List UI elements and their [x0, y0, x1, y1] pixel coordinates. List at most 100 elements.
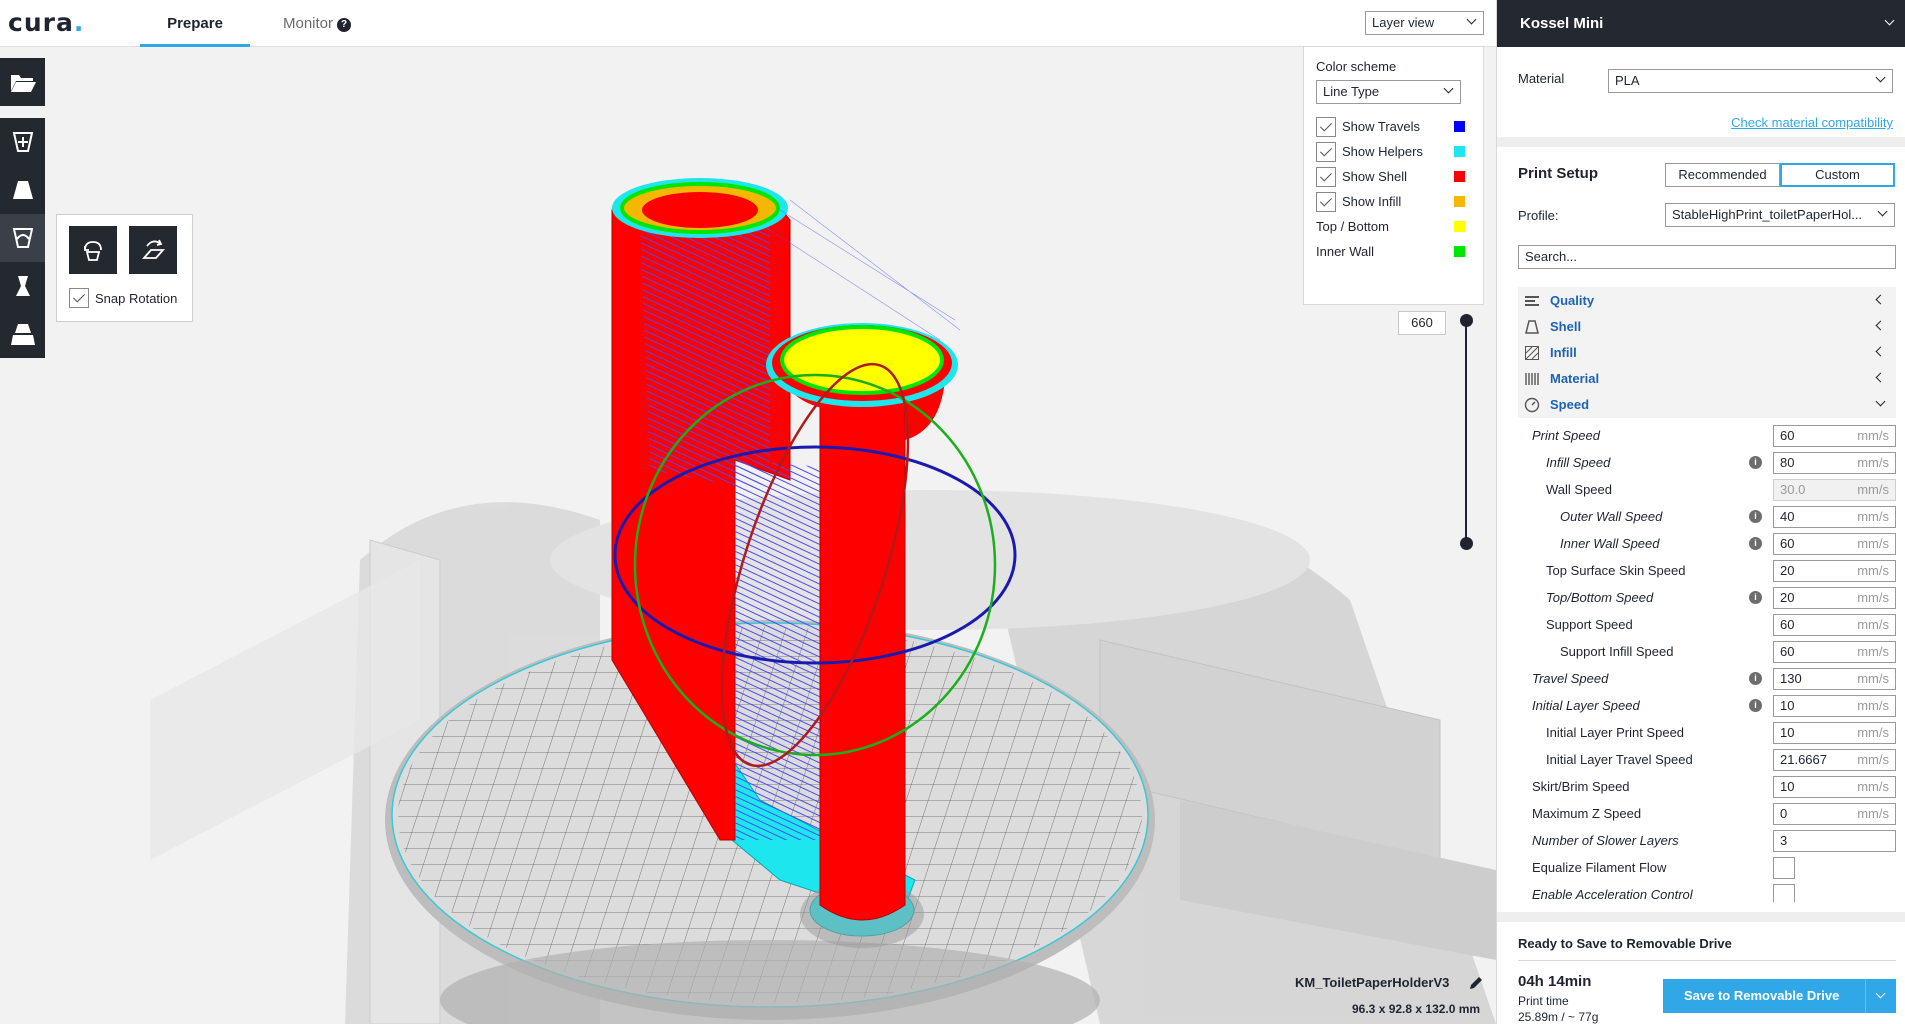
- legend-row[interactable]: Show Travels: [1316, 114, 1471, 139]
- setting-input[interactable]: 40 mm/s: [1773, 506, 1896, 528]
- setting-checkbox[interactable]: [1773, 884, 1795, 902]
- chevron-down-icon: [1877, 206, 1888, 217]
- setting-label: Inner Wall Speed: [1560, 536, 1660, 551]
- legend-checkbox[interactable]: [1316, 141, 1336, 162]
- info-icon[interactable]: i: [1749, 699, 1762, 712]
- save-to-removable-drive-button[interactable]: Save to Removable Drive: [1663, 979, 1896, 1013]
- tab-monitor[interactable]: Monitor?: [262, 0, 372, 47]
- setting-input[interactable]: 60 mm/s: [1773, 641, 1896, 663]
- save-status: Ready to Save to Removable Drive: [1518, 936, 1732, 951]
- recommended-mode-button[interactable]: Recommended: [1665, 163, 1780, 187]
- setting-input[interactable]: 130 mm/s: [1773, 668, 1896, 690]
- printer-selector[interactable]: Kossel Mini: [1497, 0, 1905, 47]
- setting-input[interactable]: 21.6667 mm/s: [1773, 749, 1896, 771]
- setting-row: Support Infill Speed 60 mm/s: [1518, 638, 1896, 665]
- layer-slider-track[interactable]: [1465, 320, 1467, 544]
- chevron-down-icon: [1443, 83, 1454, 94]
- section-infill[interactable]: Infill: [1518, 339, 1896, 366]
- setting-input[interactable]: 20 mm/s: [1773, 560, 1896, 582]
- info-icon[interactable]: i: [1749, 456, 1762, 469]
- section-shell[interactable]: Shell: [1518, 313, 1896, 340]
- info-icon[interactable]: i: [1749, 591, 1762, 604]
- color-scheme-title: Color scheme: [1316, 59, 1397, 74]
- color-scheme-select[interactable]: Line Type: [1316, 80, 1461, 104]
- lay-flat-button[interactable]: [129, 226, 177, 274]
- view-mode-value: Layer view: [1372, 15, 1435, 30]
- setting-unit: mm/s: [1857, 752, 1889, 767]
- profile-select[interactable]: StableHighPrint_toiletPaperHol...: [1665, 203, 1895, 227]
- setting-input[interactable]: 20 mm/s: [1773, 587, 1896, 609]
- material-usage: 25.89m / ~ 77g: [1518, 1010, 1599, 1024]
- setting-input[interactable]: 10 mm/s: [1773, 722, 1896, 744]
- mirror-tool-button[interactable]: [0, 262, 45, 310]
- material-compatibility-link[interactable]: Check material compatibility: [1731, 115, 1893, 130]
- info-icon[interactable]: i: [1749, 537, 1762, 550]
- scale-tool-button[interactable]: [0, 166, 45, 214]
- setting-input[interactable]: 0 mm/s: [1773, 803, 1896, 825]
- setting-value: 20: [1780, 590, 1795, 605]
- rotate-tool-button[interactable]: [0, 214, 45, 262]
- setting-input[interactable]: 10 mm/s: [1773, 695, 1896, 717]
- setting-row: Enable Acceleration Control: [1518, 881, 1896, 902]
- info-icon[interactable]: i: [1749, 510, 1762, 523]
- setting-input: 30.0 mm/s: [1773, 479, 1896, 501]
- printer-name: Kossel Mini: [1520, 15, 1604, 32]
- per-model-settings-icon: [10, 324, 35, 345]
- legend-row[interactable]: Show Helpers: [1316, 139, 1471, 164]
- tab-monitor-label: Monitor: [282, 15, 334, 32]
- legend-checkbox[interactable]: [1316, 166, 1336, 187]
- setting-input[interactable]: 60 mm/s: [1773, 533, 1896, 555]
- custom-mode-button[interactable]: Custom: [1780, 163, 1895, 187]
- setting-input[interactable]: 80 mm/s: [1773, 452, 1896, 474]
- cura-logo: cura.: [8, 8, 85, 37]
- help-icon[interactable]: ?: [337, 18, 352, 32]
- reset-rotation-button[interactable]: [69, 226, 117, 274]
- setting-unit: mm/s: [1857, 806, 1889, 821]
- setting-unit: mm/s: [1857, 455, 1889, 470]
- info-icon[interactable]: i: [1749, 672, 1762, 685]
- rotate-icon: [12, 228, 33, 248]
- 3d-viewport[interactable]: [0, 48, 1496, 1024]
- per-model-settings-button[interactable]: [0, 310, 45, 358]
- snap-rotation-toggle[interactable]: Snap Rotation: [69, 288, 177, 308]
- setting-row: Skirt/Brim Speed 10 mm/s: [1518, 773, 1896, 800]
- current-layer-field[interactable]: 660: [1398, 311, 1446, 335]
- snap-rotation-checkbox[interactable]: [69, 288, 89, 308]
- section-quality[interactable]: Quality: [1518, 287, 1896, 314]
- section-speed[interactable]: Speed: [1518, 391, 1896, 418]
- section-material[interactable]: Material: [1518, 365, 1896, 392]
- tab-prepare[interactable]: Prepare: [140, 0, 250, 47]
- legend-color-swatch: [1454, 221, 1465, 232]
- settings-search-input[interactable]: Search...: [1518, 245, 1896, 269]
- legend-label: Inner Wall: [1316, 244, 1375, 259]
- setting-row: Top Surface Skin Speed 20 mm/s: [1518, 557, 1896, 584]
- chevron-down-icon[interactable]: [1875, 988, 1886, 999]
- setting-label: Support Speed: [1546, 617, 1633, 632]
- chevron-down-icon: [1466, 14, 1477, 25]
- setting-checkbox[interactable]: [1773, 857, 1795, 879]
- material-select[interactable]: PLA: [1608, 69, 1893, 93]
- legend-label: Top / Bottom: [1316, 219, 1389, 234]
- save-button-label: Save to Removable Drive: [1684, 988, 1840, 1003]
- setting-input[interactable]: 60 mm/s: [1773, 425, 1896, 447]
- layer-slider-bottom-handle[interactable]: [1460, 537, 1473, 550]
- edit-name-icon[interactable]: [1468, 975, 1484, 991]
- legend-row[interactable]: Show Infill: [1316, 189, 1471, 214]
- scale-icon: [12, 181, 33, 199]
- legend-checkbox[interactable]: [1316, 191, 1336, 212]
- material-icon: [1525, 372, 1539, 385]
- setting-input[interactable]: 10 mm/s: [1773, 776, 1896, 798]
- open-file-button[interactable]: [0, 58, 45, 106]
- setting-row: Support Speed 60 mm/s: [1518, 611, 1896, 638]
- view-mode-select[interactable]: Layer view: [1365, 11, 1484, 35]
- rotate-options-panel: Snap Rotation: [56, 214, 193, 322]
- chevron-down-icon: [1875, 72, 1886, 83]
- setting-row: Initial Layer Speed i 10 mm/s: [1518, 692, 1896, 719]
- top-bar: cura. Prepare Monitor?: [0, 0, 1496, 47]
- legend-checkbox[interactable]: [1316, 116, 1336, 137]
- move-tool-button[interactable]: [0, 118, 45, 166]
- legend-row[interactable]: Show Shell: [1316, 164, 1471, 189]
- layer-slider-top-handle[interactable]: [1460, 314, 1473, 327]
- setting-input[interactable]: 60 mm/s: [1773, 614, 1896, 636]
- setting-input[interactable]: 3: [1773, 830, 1896, 852]
